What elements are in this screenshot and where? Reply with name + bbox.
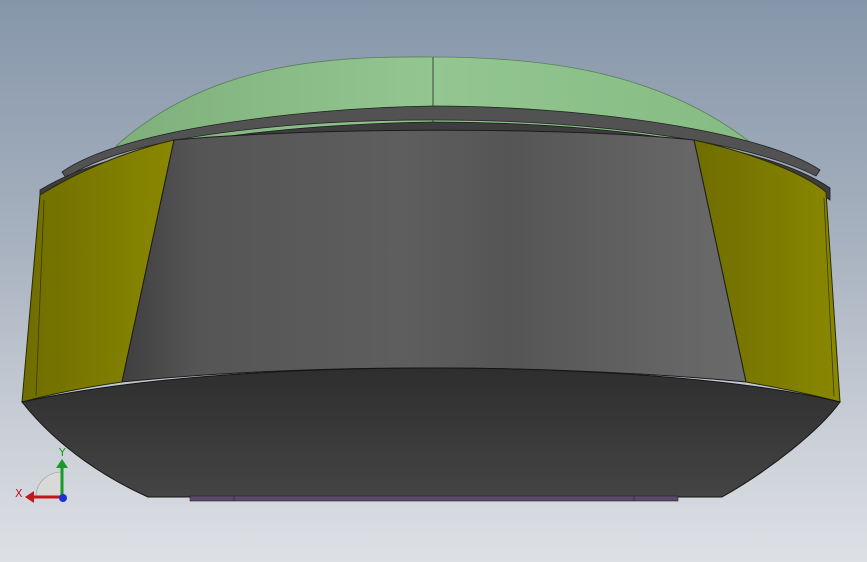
triad-y-arrow-icon (56, 459, 68, 468)
graphics-viewport[interactable]: Y X (0, 0, 867, 562)
triad-y-label: Y (58, 446, 66, 459)
triad-plane-icon (35, 471, 63, 498)
triad-x-arrow-icon (25, 491, 34, 503)
triad-z-origin-icon (59, 494, 67, 502)
triad-x-label: X (15, 487, 23, 500)
coordinate-triad: Y X (15, 446, 68, 503)
